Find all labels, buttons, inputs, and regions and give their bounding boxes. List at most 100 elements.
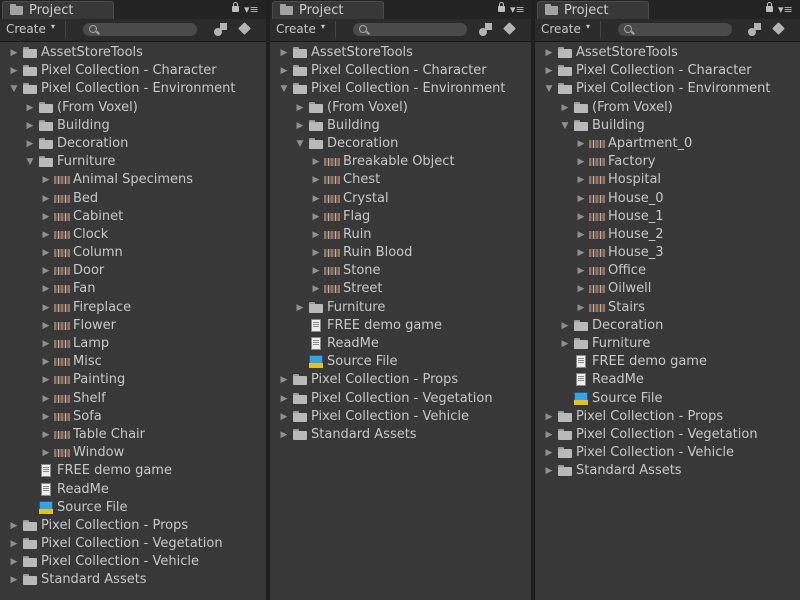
asset-row[interactable]: ReadMe (0, 481, 266, 499)
expand-arrow-collapsed-icon[interactable]: ▶ (543, 462, 555, 480)
expand-arrow-collapsed-icon[interactable]: ▶ (310, 244, 322, 262)
folder-row[interactable]: ▶ Decoration (0, 135, 266, 153)
expand-arrow-collapsed-icon[interactable]: ▶ (543, 44, 555, 62)
folder-row[interactable]: ▼ Pixel Collection - Environment (270, 80, 531, 98)
tab-project[interactable]: Project (537, 1, 649, 19)
asset-row[interactable]: ▶ Oilwell (535, 280, 800, 298)
search-input[interactable] (617, 22, 733, 37)
asset-row[interactable]: ReadMe (535, 371, 800, 389)
folder-row[interactable]: ▶ Pixel Collection - Props (0, 517, 266, 535)
expand-arrow-collapsed-icon[interactable]: ▶ (278, 62, 290, 80)
folder-row[interactable]: ▶ Decoration (535, 317, 800, 335)
expand-arrow-collapsed-icon[interactable]: ▶ (278, 408, 290, 426)
folder-row[interactable]: ▶ Pixel Collection - Vegetation (270, 390, 531, 408)
expand-arrow-collapsed-icon[interactable]: ▶ (543, 426, 555, 444)
folder-row[interactable]: ▶ Standard Assets (0, 571, 266, 589)
expand-arrow-collapsed-icon[interactable]: ▶ (40, 244, 52, 262)
expand-arrow-collapsed-icon[interactable]: ▶ (575, 190, 587, 208)
filter-by-label-icon[interactable] (771, 22, 787, 37)
expand-arrow-collapsed-icon[interactable]: ▶ (294, 99, 306, 117)
expand-arrow-collapsed-icon[interactable]: ▶ (8, 517, 20, 535)
expand-arrow-collapsed-icon[interactable]: ▶ (24, 99, 36, 117)
asset-row[interactable]: ▶ House_2 (535, 226, 800, 244)
asset-row[interactable]: ReadMe (270, 335, 531, 353)
expand-arrow-collapsed-icon[interactable]: ▶ (40, 226, 52, 244)
folder-row[interactable]: ▶ Pixel Collection - Character (270, 62, 531, 80)
asset-row[interactable]: ▶ Factory (535, 153, 800, 171)
asset-row[interactable]: ▶ Crystal (270, 190, 531, 208)
expand-arrow-expanded-icon[interactable]: ▼ (543, 80, 555, 98)
expand-arrow-collapsed-icon[interactable]: ▶ (575, 153, 587, 171)
asset-row[interactable]: Source File (535, 390, 800, 408)
expand-arrow-collapsed-icon[interactable]: ▶ (575, 171, 587, 189)
folder-row[interactable]: ▶ Pixel Collection - Character (0, 62, 266, 80)
folder-row[interactable]: ▶ Furniture (270, 299, 531, 317)
expand-arrow-expanded-icon[interactable]: ▼ (559, 117, 571, 135)
folder-row[interactable]: ▶ Standard Assets (270, 426, 531, 444)
expand-arrow-collapsed-icon[interactable]: ▶ (575, 208, 587, 226)
asset-row[interactable]: ▶ Street (270, 280, 531, 298)
folder-row[interactable]: ▶ Furniture (535, 335, 800, 353)
tab-project[interactable]: Project (2, 1, 114, 19)
expand-arrow-expanded-icon[interactable]: ▼ (8, 80, 20, 98)
folder-row[interactable]: ▶ AssetStoreTools (535, 44, 800, 62)
create-button[interactable]: Create ▾ (539, 21, 601, 38)
expand-arrow-collapsed-icon[interactable]: ▶ (40, 208, 52, 226)
expand-arrow-collapsed-icon[interactable]: ▶ (278, 371, 290, 389)
expand-arrow-collapsed-icon[interactable]: ▶ (575, 226, 587, 244)
expand-arrow-collapsed-icon[interactable]: ▶ (294, 117, 306, 135)
expand-arrow-collapsed-icon[interactable]: ▶ (40, 299, 52, 317)
folder-row[interactable]: ▶ AssetStoreTools (270, 44, 531, 62)
asset-row[interactable]: ▶ Flag (270, 208, 531, 226)
expand-arrow-collapsed-icon[interactable]: ▶ (8, 44, 20, 62)
expand-arrow-collapsed-icon[interactable]: ▶ (40, 262, 52, 280)
folder-row[interactable]: ▶ Pixel Collection - Vehicle (535, 444, 800, 462)
expand-arrow-collapsed-icon[interactable]: ▶ (278, 44, 290, 62)
asset-row[interactable]: ▶ Painting (0, 371, 266, 389)
expand-arrow-collapsed-icon[interactable]: ▶ (310, 190, 322, 208)
tab-project[interactable]: Project (272, 1, 384, 19)
asset-row[interactable]: ▶ Fireplace (0, 299, 266, 317)
filter-by-type-icon[interactable] (478, 22, 494, 37)
folder-row[interactable]: ▶ Pixel Collection - Vegetation (0, 535, 266, 553)
asset-row[interactable]: Source File (0, 499, 266, 517)
folder-row[interactable]: ▶ Pixel Collection - Character (535, 62, 800, 80)
expand-arrow-collapsed-icon[interactable]: ▶ (40, 371, 52, 389)
asset-row[interactable]: ▶ Shelf (0, 390, 266, 408)
folder-row[interactable]: ▶ Pixel Collection - Vegetation (535, 426, 800, 444)
folder-row[interactable]: ▼ Decoration (270, 135, 531, 153)
asset-row[interactable]: ▶ Flower (0, 317, 266, 335)
asset-row[interactable]: ▶ Stone (270, 262, 531, 280)
lock-icon[interactable] (766, 2, 773, 12)
asset-row[interactable]: FREE demo game (0, 462, 266, 480)
asset-row[interactable]: ▶ Chest (270, 171, 531, 189)
expand-arrow-expanded-icon[interactable]: ▼ (294, 135, 306, 153)
filter-by-type-icon[interactable] (747, 22, 763, 37)
asset-row[interactable]: ▶ Misc (0, 353, 266, 371)
asset-row[interactable]: ▶ House_3 (535, 244, 800, 262)
folder-row[interactable]: ▶ Building (0, 117, 266, 135)
create-button[interactable]: Create ▾ (4, 21, 66, 38)
asset-row[interactable]: Source File (270, 353, 531, 371)
expand-arrow-collapsed-icon[interactable]: ▶ (575, 280, 587, 298)
asset-row[interactable]: ▶ Bed (0, 190, 266, 208)
lock-icon[interactable] (232, 2, 239, 12)
asset-row[interactable]: ▶ Cabinet (0, 208, 266, 226)
expand-arrow-collapsed-icon[interactable]: ▶ (40, 444, 52, 462)
expand-arrow-collapsed-icon[interactable]: ▶ (40, 390, 52, 408)
asset-row[interactable]: FREE demo game (535, 353, 800, 371)
folder-row[interactable]: ▼ Furniture (0, 153, 266, 171)
expand-arrow-collapsed-icon[interactable]: ▶ (559, 317, 571, 335)
expand-arrow-collapsed-icon[interactable]: ▶ (40, 335, 52, 353)
expand-arrow-collapsed-icon[interactable]: ▶ (543, 444, 555, 462)
folder-row[interactable]: ▶ (From Voxel) (270, 99, 531, 117)
filter-by-label-icon[interactable] (237, 22, 253, 37)
asset-row[interactable]: ▶ Ruin (270, 226, 531, 244)
expand-arrow-collapsed-icon[interactable]: ▶ (8, 535, 20, 553)
expand-arrow-collapsed-icon[interactable]: ▶ (575, 299, 587, 317)
expand-arrow-collapsed-icon[interactable]: ▶ (575, 135, 587, 153)
expand-arrow-collapsed-icon[interactable]: ▶ (24, 135, 36, 153)
folder-row[interactable]: ▼ Building (535, 117, 800, 135)
asset-row[interactable]: ▶ Apartment_0 (535, 135, 800, 153)
lock-icon[interactable] (498, 2, 505, 12)
